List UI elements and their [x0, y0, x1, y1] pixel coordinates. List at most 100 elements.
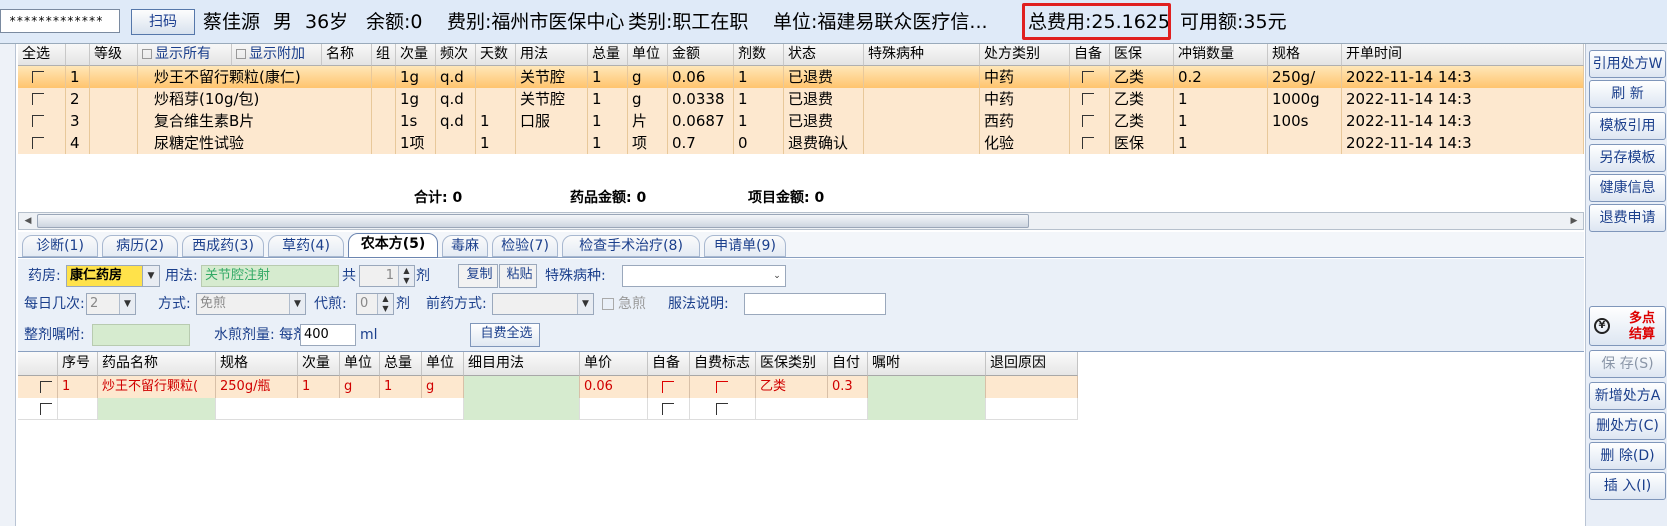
- tab-lab-test[interactable]: 检验(7): [492, 235, 558, 257]
- water-dose-input[interactable]: 400: [300, 324, 356, 346]
- tab-diagnosis[interactable]: 诊断(1): [22, 235, 98, 257]
- row-checkbox[interactable]: [18, 132, 66, 154]
- detail-advice[interactable]: [868, 376, 986, 398]
- row-spec: [1268, 132, 1342, 154]
- table-row[interactable]: 3 复合维生素B片 1s q.d 1 口服 1 片 0.0687 1 已退费 西…: [18, 110, 1584, 132]
- row-dose: 1s: [396, 110, 436, 132]
- advice-input[interactable]: [92, 324, 190, 346]
- urgent-checkbox[interactable]: 急煎: [602, 294, 646, 314]
- detail-usage[interactable]: [464, 376, 580, 398]
- new-prescription-button[interactable]: 新增处方A: [1589, 382, 1666, 410]
- refresh-button[interactable]: 刷 新: [1589, 80, 1666, 108]
- pre-decoct-select[interactable]: ▼: [492, 293, 594, 315]
- scroll-right-arrow-icon[interactable]: ▶: [1567, 214, 1581, 228]
- card-password-input[interactable]: *************: [0, 9, 120, 33]
- detail-drug-name[interactable]: 炒王不留行颗粒(: [98, 376, 216, 398]
- tab-narcotic[interactable]: 毒麻: [442, 235, 488, 257]
- daily-times-label: 每日几次:: [24, 296, 85, 312]
- row-self-checkbox[interactable]: [1070, 132, 1110, 154]
- row-self-checkbox[interactable]: [1070, 110, 1110, 132]
- template-quote-button[interactable]: 模板引用: [1589, 112, 1666, 140]
- left-collapse-strip[interactable]: [0, 44, 16, 526]
- save-as-template-button[interactable]: 另存模板: [1589, 144, 1666, 172]
- tab-medical-record[interactable]: 病历(2): [102, 235, 178, 257]
- row-rx-type: 中药: [980, 66, 1070, 88]
- row-checkbox[interactable]: [18, 88, 66, 110]
- detail-dose[interactable]: 1: [298, 376, 340, 398]
- col2-no: 序号: [58, 352, 98, 376]
- balance: 余额:0: [366, 11, 423, 33]
- quote-prescription-button[interactable]: 引用处方W: [1589, 50, 1666, 78]
- method-select[interactable]: 免煎 ▼: [196, 293, 306, 315]
- special-disease-select[interactable]: ⌄: [622, 265, 786, 287]
- row-dose: 1项: [396, 132, 436, 154]
- delete-button[interactable]: 删 除(D): [1589, 442, 1666, 470]
- prescription-grid: 全选 等级 显示所有 显示附加 名称 组 次量 频次 天数 用法 总量 单位 金…: [18, 44, 1584, 212]
- fee-type: 费别:福州市医保中心: [447, 11, 625, 33]
- row-usage: 口服: [516, 110, 588, 132]
- col-status: 状态: [784, 44, 864, 66]
- paste-button[interactable]: 粘贴: [499, 264, 537, 288]
- tab-herbal[interactable]: 草药(4): [268, 235, 344, 257]
- pharmacy-dropdown-icon[interactable]: ▼: [142, 265, 160, 287]
- corner-header[interactable]: [18, 352, 58, 376]
- multi-point-settle-button[interactable]: ¥ 多点 结算: [1589, 306, 1666, 346]
- horizontal-scrollbar[interactable]: ◀ ▶: [18, 212, 1584, 230]
- row-self-checkbox[interactable]: [1070, 88, 1110, 110]
- row-unit: 项: [628, 132, 668, 154]
- employer-unit: 单位:福建易联众医疗信...: [773, 11, 988, 33]
- pharmacy-select[interactable]: 康仁药房: [66, 265, 146, 287]
- show-all-toggle[interactable]: 显示所有: [138, 44, 232, 66]
- scroll-thumb[interactable]: [37, 214, 1029, 228]
- scan-code-button[interactable]: 扫码: [131, 9, 195, 35]
- row-grade: [90, 66, 138, 88]
- tab-western-medicine[interactable]: 西成药(3): [182, 235, 264, 257]
- row-group: [372, 132, 396, 154]
- row-group: [372, 110, 396, 132]
- tab-exam-surgery[interactable]: 检查手术治疗(8): [562, 235, 700, 257]
- detail-return-reason: [986, 398, 1078, 420]
- table-row[interactable]: 2 炒稻芽(10g/包) 1g q.d 关节腔 1 g 0.0338 1 已退费…: [18, 88, 1584, 110]
- refund-request-button[interactable]: 退费申请: [1589, 204, 1666, 232]
- detail-row[interactable]: 1 炒王不留行颗粒( 250g/瓶 1 g 1 g 0.06 乙类 0.3: [18, 376, 1078, 398]
- detail-blank: [756, 398, 868, 420]
- detail-self-pay-checkbox[interactable]: [690, 376, 756, 398]
- detail-row-checkbox[interactable]: [18, 376, 58, 398]
- detail-self-checkbox[interactable]: [648, 398, 690, 420]
- row-checkbox[interactable]: [18, 110, 66, 132]
- detail-self-pay-checkbox[interactable]: [690, 398, 756, 420]
- instructions-input[interactable]: [744, 293, 886, 315]
- detail-row-checkbox[interactable]: [18, 398, 58, 420]
- self-pay-select-all-button[interactable]: 自费全选: [470, 323, 540, 347]
- show-extra-toggle[interactable]: 显示附加: [232, 44, 322, 66]
- tab-application[interactable]: 申请单(9): [704, 235, 786, 257]
- daily-times-select[interactable]: 2 ▼: [86, 293, 136, 315]
- usage-input[interactable]: 关节腔注射: [201, 265, 339, 287]
- detail-self-checkbox[interactable]: [648, 376, 690, 398]
- detail-usage[interactable]: [464, 398, 580, 420]
- row-offset: 1: [1174, 110, 1268, 132]
- row-rx-type: 化验: [980, 132, 1070, 154]
- table-row[interactable]: 4 尿糖定性试验 1项 1 1 项 0.7 0 退费确认 化验 医保 1 202…: [18, 132, 1584, 154]
- detail-row-empty[interactable]: [18, 398, 1078, 420]
- delete-prescription-button[interactable]: 删处方(C): [1589, 412, 1666, 440]
- health-info-button[interactable]: 健康信息: [1589, 174, 1666, 202]
- detail-advice[interactable]: [868, 398, 986, 420]
- water-unit: ml: [360, 327, 378, 343]
- insert-button[interactable]: 插 入(I): [1589, 472, 1666, 500]
- row-amount: 0.0338: [668, 88, 734, 110]
- row-checkbox[interactable]: [18, 66, 66, 88]
- decoct-input[interactable]: 0 ▲ ▼: [356, 293, 394, 315]
- detail-insurance: 乙类: [756, 376, 828, 398]
- select-all-header[interactable]: 全选: [18, 44, 66, 66]
- col2-insurance: 医保类别: [756, 352, 828, 376]
- detail-no: 1: [58, 376, 98, 398]
- total-doses-input[interactable]: 1 ▲ ▼: [359, 265, 415, 287]
- copy-button[interactable]: 复制: [458, 264, 498, 288]
- row-self-checkbox[interactable]: [1070, 66, 1110, 88]
- tab-nongben[interactable]: 农本方(5): [348, 233, 438, 258]
- scroll-left-arrow-icon[interactable]: ◀: [21, 214, 35, 228]
- save-button[interactable]: 保 存(S): [1589, 350, 1666, 378]
- table-row[interactable]: 1 炒王不留行颗粒(康仁) 1g q.d 关节腔 1 g 0.06 1 已退费 …: [18, 66, 1584, 88]
- detail-drug-name-input[interactable]: [98, 398, 216, 420]
